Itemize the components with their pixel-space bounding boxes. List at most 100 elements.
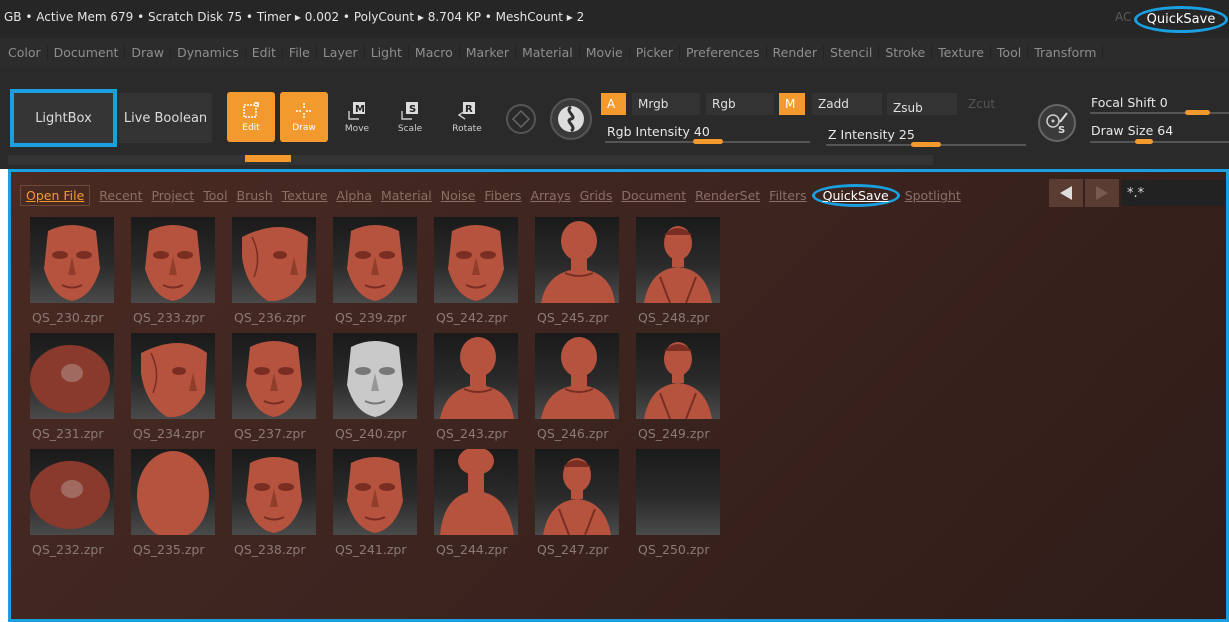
file-tile[interactable]: QS_237.zpr <box>230 333 331 449</box>
menu-file[interactable]: File <box>283 44 317 60</box>
file-tile[interactable]: QS_247.zpr <box>533 449 634 565</box>
file-tile[interactable]: QS_248.zpr <box>634 217 735 333</box>
file-thumbnail[interactable] <box>636 449 720 535</box>
menu-stroke[interactable]: Stroke <box>879 44 933 60</box>
lightbox-button[interactable]: LightBox <box>10 89 117 147</box>
file-thumbnail[interactable] <box>30 449 114 535</box>
menu-texture[interactable]: Texture <box>932 44 991 60</box>
ac-label[interactable]: AC <box>1115 10 1131 24</box>
menu-layer[interactable]: Layer <box>317 44 365 60</box>
rgb-button[interactable]: Rgb <box>706 93 774 115</box>
file-tile[interactable]: QS_236.zpr <box>230 217 331 333</box>
a-toggle[interactable]: A <box>601 93 626 115</box>
tab-renderset[interactable]: RenderSet <box>695 188 760 203</box>
m-toggle[interactable]: M <box>779 93 805 115</box>
tab-noise[interactable]: Noise <box>441 188 476 203</box>
file-thumbnail[interactable] <box>535 449 619 535</box>
tab-alpha[interactable]: Alpha <box>336 188 372 203</box>
scale-button[interactable]: S Scale <box>386 92 434 142</box>
live-boolean-button[interactable]: Live Boolean <box>119 93 212 143</box>
tab-filters[interactable]: Filters <box>769 188 806 203</box>
file-tile[interactable]: QS_238.zpr <box>230 449 331 565</box>
file-tile[interactable]: QS_233.zpr <box>129 217 230 333</box>
next-button[interactable] <box>1085 179 1119 207</box>
file-thumbnail[interactable] <box>333 333 417 419</box>
file-thumbnail[interactable] <box>232 217 316 303</box>
rgb-intensity-knob[interactable] <box>693 139 723 144</box>
file-thumbnail[interactable] <box>131 217 215 303</box>
menu-picker[interactable]: Picker <box>630 44 680 60</box>
menu-color[interactable]: Color <box>2 44 48 60</box>
tab-arrays[interactable]: Arrays <box>530 188 570 203</box>
file-tile[interactable]: QS_243.zpr <box>432 333 533 449</box>
file-thumbnail[interactable] <box>131 333 215 419</box>
draw-size-slider[interactable] <box>1090 141 1229 143</box>
file-thumbnail[interactable] <box>535 217 619 303</box>
file-tile[interactable]: QS_230.zpr <box>28 217 129 333</box>
draw-button[interactable]: Draw <box>280 92 328 142</box>
file-thumbnail[interactable] <box>333 449 417 535</box>
focal-shift-knob[interactable] <box>1185 110 1210 115</box>
file-thumbnail[interactable] <box>333 217 417 303</box>
menu-movie[interactable]: Movie <box>580 44 630 60</box>
menu-render[interactable]: Render <box>767 44 825 60</box>
file-tile[interactable]: QS_244.zpr <box>432 449 533 565</box>
menu-document[interactable]: Document <box>48 44 126 60</box>
menu-stencil[interactable]: Stencil <box>824 44 880 60</box>
tab-brush[interactable]: Brush <box>237 188 273 203</box>
z-intensity-knob[interactable] <box>911 142 941 147</box>
file-tile[interactable]: QS_240.zpr <box>331 333 432 449</box>
menu-material[interactable]: Material <box>516 44 580 60</box>
menu-transform[interactable]: Transform <box>1028 44 1104 60</box>
file-tile[interactable]: QS_250.zpr <box>634 449 735 565</box>
file-thumbnail[interactable] <box>232 449 316 535</box>
file-tile[interactable]: QS_242.zpr <box>432 217 533 333</box>
tab-recent[interactable]: Recent <box>99 188 142 203</box>
tab-fibers[interactable]: Fibers <box>484 188 521 203</box>
tab-project[interactable]: Project <box>151 188 194 203</box>
move-button[interactable]: M Move <box>333 92 381 142</box>
brush-mode-button[interactable]: S <box>1038 104 1076 142</box>
tab-tool[interactable]: Tool <box>203 188 227 203</box>
file-tile[interactable]: QS_239.zpr <box>331 217 432 333</box>
mrgb-button[interactable]: Mrgb <box>632 93 700 115</box>
file-tile[interactable]: QS_235.zpr <box>129 449 230 565</box>
edit-button[interactable]: Edit <box>227 92 275 142</box>
file-thumbnail[interactable] <box>30 217 114 303</box>
menu-light[interactable]: Light <box>365 44 409 60</box>
menu-draw[interactable]: Draw <box>125 44 172 60</box>
menu-macro[interactable]: Macro <box>409 44 460 60</box>
tab-quicksave[interactable]: QuickSave <box>811 184 900 207</box>
solo-button[interactable] <box>550 98 592 140</box>
draw-size-knob[interactable] <box>1135 139 1153 144</box>
file-tile[interactable]: QS_232.zpr <box>28 449 129 565</box>
file-thumbnail[interactable] <box>636 217 720 303</box>
tab-material[interactable]: Material <box>381 188 432 203</box>
file-thumbnail[interactable] <box>232 333 316 419</box>
menu-preferences[interactable]: Preferences <box>680 44 767 60</box>
tab-grids[interactable]: Grids <box>580 188 613 203</box>
file-thumbnail[interactable] <box>131 449 215 535</box>
gizmo-button[interactable] <box>506 104 536 134</box>
menu-marker[interactable]: Marker <box>460 44 516 60</box>
tab-texture[interactable]: Texture <box>282 188 328 203</box>
menu-tool[interactable]: Tool <box>991 44 1029 60</box>
menu-edit[interactable]: Edit <box>246 44 283 60</box>
zcut-button[interactable]: Zcut <box>962 93 1022 115</box>
filter-input[interactable] <box>1121 180 1226 206</box>
file-thumbnail[interactable] <box>636 333 720 419</box>
file-thumbnail[interactable] <box>434 217 518 303</box>
file-tile[interactable]: QS_246.zpr <box>533 333 634 449</box>
tab-document[interactable]: Document <box>621 188 686 203</box>
file-tile[interactable]: QS_231.zpr <box>28 333 129 449</box>
tab-spotlight[interactable]: Spotlight <box>905 188 961 203</box>
file-thumbnail[interactable] <box>434 449 518 535</box>
shelf-ruler[interactable] <box>8 155 933 165</box>
file-tile[interactable]: QS_234.zpr <box>129 333 230 449</box>
rotate-button[interactable]: R Rotate <box>443 92 491 142</box>
prev-button[interactable] <box>1049 179 1083 207</box>
file-thumbnail[interactable] <box>434 333 518 419</box>
quicksave-button[interactable]: QuickSave <box>1134 6 1228 33</box>
menu-dynamics[interactable]: Dynamics <box>171 44 246 60</box>
zadd-button[interactable]: Zadd <box>812 93 882 115</box>
